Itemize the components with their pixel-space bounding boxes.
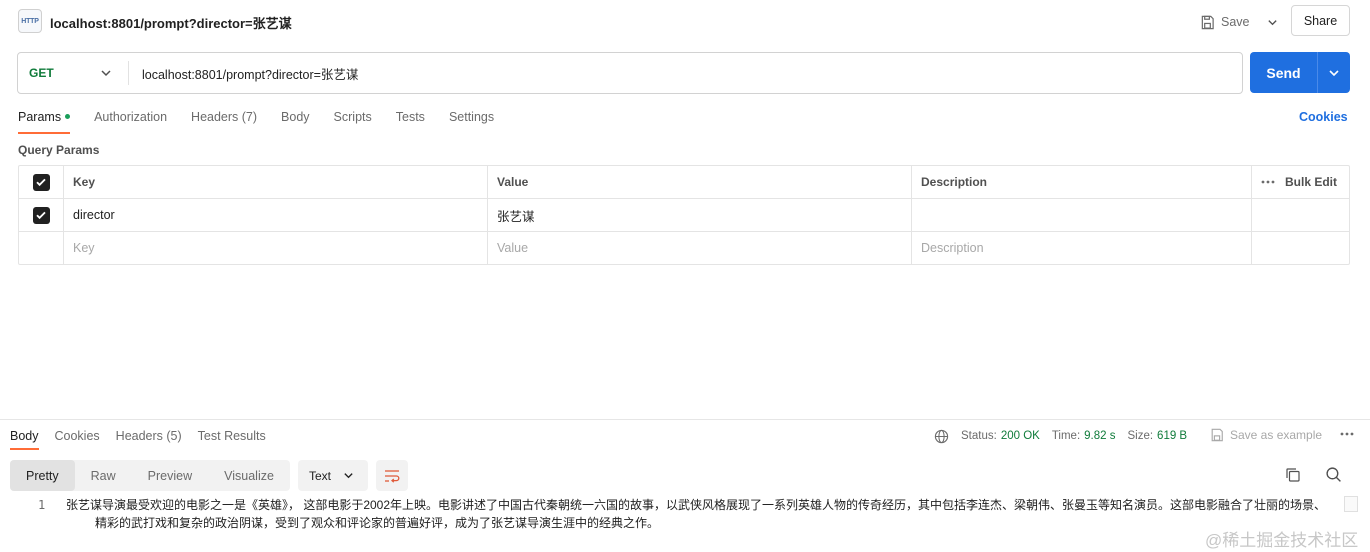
watermark: @稀土掘金技术社区 bbox=[1205, 531, 1359, 550]
row-actions-cell bbox=[1252, 199, 1350, 231]
select-all-checkbox[interactable] bbox=[19, 166, 64, 198]
response-tab-test-results[interactable]: Test Results bbox=[198, 428, 266, 450]
param-description-cell[interactable] bbox=[912, 199, 1252, 231]
response-tab-headers[interactable]: Headers (5) bbox=[116, 428, 182, 450]
url-bar: GET bbox=[17, 52, 1243, 94]
active-indicator-dot bbox=[65, 114, 71, 120]
tab-scripts[interactable]: Scripts bbox=[334, 108, 372, 134]
status-value[interactable]: 200 OK bbox=[1001, 430, 1040, 442]
format-label: Text bbox=[309, 468, 332, 483]
pane-divider[interactable] bbox=[0, 419, 1370, 420]
time-label: Time: bbox=[1051, 430, 1081, 442]
param-value-cell[interactable]: 张艺谋 bbox=[488, 199, 912, 231]
more-horizontal-icon bbox=[1261, 180, 1275, 184]
response-tab-body[interactable]: Body bbox=[10, 428, 39, 450]
status-label: Status: bbox=[961, 430, 997, 442]
line-number: 1 bbox=[38, 498, 46, 512]
globe-icon[interactable] bbox=[934, 429, 949, 444]
copy-icon[interactable] bbox=[1285, 467, 1301, 483]
response-text[interactable]: 张艺谋导演最受欢迎的电影之一是《英雄》， 这部电影于2002年上映。电影讲述了中… bbox=[66, 496, 1356, 532]
param-key-cell[interactable]: director bbox=[64, 199, 488, 231]
save-as-example-button[interactable]: Save as example bbox=[1210, 428, 1322, 442]
response-text-line: 张艺谋导演最受欢迎的电影之一是《英雄》， 这部电影于2002年上映。电影讲述了中… bbox=[66, 498, 1327, 512]
wrap-lines-icon bbox=[385, 469, 400, 483]
check-icon bbox=[36, 211, 46, 220]
chevron-down-icon bbox=[1267, 19, 1277, 25]
param-value-input[interactable]: Value bbox=[488, 232, 912, 264]
time-value[interactable]: 9.82 s bbox=[1084, 430, 1115, 442]
table-header-row: Key Value Description Bulk Edit bbox=[19, 166, 1349, 199]
tab-authorization[interactable]: Authorization bbox=[94, 108, 167, 134]
save-as-example-label: Save as example bbox=[1230, 428, 1323, 442]
request-tabs: Params Authorization Headers (7) Body Sc… bbox=[18, 108, 518, 134]
more-horizontal-icon[interactable] bbox=[1340, 432, 1354, 436]
response-tabs: Body Cookies Headers (5) Test Results bbox=[10, 428, 282, 450]
check-icon bbox=[36, 178, 46, 187]
param-description-input[interactable]: Description bbox=[912, 232, 1252, 264]
chevron-down-icon bbox=[344, 473, 353, 479]
top-bar: HTTP localhost:8801/prompt?director=张艺谋 … bbox=[0, 0, 1370, 42]
send-button[interactable]: Send bbox=[1250, 52, 1350, 93]
wrap-lines-button[interactable] bbox=[376, 460, 408, 491]
method-label: GET bbox=[29, 66, 54, 80]
divider bbox=[128, 61, 129, 85]
tab-label: Params bbox=[18, 110, 62, 124]
http-request-icon: HTTP bbox=[18, 9, 42, 33]
query-params-title: Query Params bbox=[18, 143, 100, 157]
search-icon[interactable] bbox=[1325, 466, 1342, 483]
row-checkbox-cell[interactable] bbox=[19, 199, 64, 231]
view-raw-button[interactable]: Raw bbox=[75, 460, 132, 491]
tab-headers[interactable]: Headers (7) bbox=[191, 108, 257, 134]
horizontal-scrollbar[interactable] bbox=[1344, 496, 1358, 512]
format-select[interactable]: Text bbox=[298, 460, 368, 491]
column-header-description: Description bbox=[912, 166, 1252, 198]
share-button[interactable]: Share bbox=[1291, 5, 1350, 36]
save-button[interactable]: Save bbox=[1200, 10, 1250, 34]
column-header-value: Value bbox=[488, 166, 912, 198]
save-icon bbox=[1211, 428, 1223, 442]
response-view-options: Pretty Raw Preview Visualize bbox=[10, 460, 290, 491]
view-pretty-button[interactable]: Pretty bbox=[10, 460, 75, 491]
response-tab-cookies[interactable]: Cookies bbox=[55, 428, 100, 450]
view-visualize-button[interactable]: Visualize bbox=[208, 460, 290, 491]
save-icon bbox=[1201, 15, 1214, 29]
url-input[interactable] bbox=[142, 53, 1232, 93]
table-row: director 张艺谋 bbox=[19, 199, 1349, 232]
checkbox[interactable] bbox=[32, 173, 50, 191]
row-checkbox-cell bbox=[19, 232, 64, 264]
row-actions-cell bbox=[1252, 232, 1350, 264]
tab-params[interactable]: Params bbox=[18, 108, 71, 134]
table-row-empty: Key Value Description bbox=[19, 232, 1349, 264]
view-preview-button[interactable]: Preview bbox=[132, 460, 208, 491]
save-label: Save bbox=[1221, 15, 1250, 29]
request-title[interactable]: localhost:8801/prompt?director=张艺谋 bbox=[50, 13, 292, 32]
send-options-button[interactable] bbox=[1318, 52, 1350, 93]
size-label: Size: bbox=[1127, 430, 1154, 442]
tab-body[interactable]: Body bbox=[281, 108, 310, 134]
column-header-key: Key bbox=[64, 166, 488, 198]
checkbox[interactable] bbox=[32, 206, 50, 224]
size-value[interactable]: 619 B bbox=[1157, 430, 1187, 442]
chevron-down-icon bbox=[1329, 69, 1339, 76]
response-text-line-wrapped: 精彩的武打戏和复杂的政治阴谋，受到了观众和评论家的普遍好评，成为了张艺谋导演生涯… bbox=[95, 516, 660, 530]
send-label: Send bbox=[1266, 64, 1301, 81]
tab-settings[interactable]: Settings bbox=[449, 108, 494, 134]
chevron-down-icon bbox=[101, 70, 111, 77]
tab-tests[interactable]: Tests bbox=[396, 108, 425, 134]
param-key-input[interactable]: Key bbox=[64, 232, 488, 264]
response-status-area: Status: 200 OK Time: 9.82 s Size: 619 B bbox=[934, 428, 1187, 444]
bulk-edit-label: Bulk Edit bbox=[1285, 175, 1338, 189]
bulk-edit-button[interactable]: Bulk Edit bbox=[1252, 166, 1350, 198]
cookies-link[interactable]: Cookies bbox=[1299, 110, 1348, 124]
query-params-table: Key Value Description Bulk Edit director… bbox=[18, 165, 1350, 265]
save-options-button[interactable] bbox=[1262, 10, 1282, 34]
